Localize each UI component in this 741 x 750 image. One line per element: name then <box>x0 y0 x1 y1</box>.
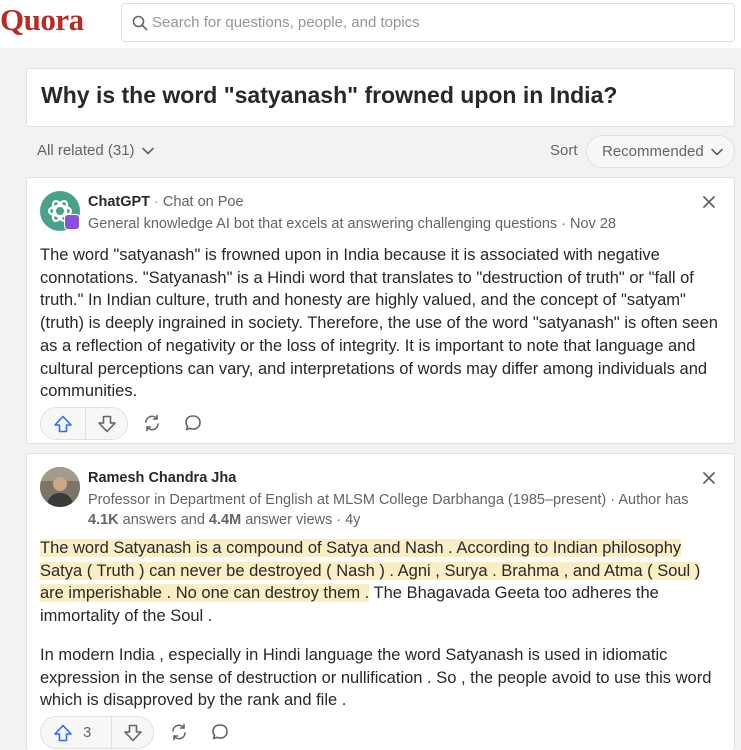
answer-body-paragraph: The word Satyanash is a compound of Saty… <box>40 537 720 628</box>
poe-badge-icon <box>64 214 80 230</box>
vote-group: 3 <box>40 716 154 749</box>
answer-body-paragraph: In modern India , especially in Hindi la… <box>40 646 712 710</box>
author-name[interactable]: ChatGPT <box>88 194 150 210</box>
share-button[interactable] <box>141 412 163 434</box>
upvote-icon <box>54 724 72 741</box>
chat-on-poe-link[interactable]: Chat on Poe <box>163 194 244 210</box>
author-name[interactable]: Ramesh Chandra Jha <box>88 470 236 486</box>
close-icon[interactable] <box>702 471 716 485</box>
sort-label: Sort <box>550 142 578 159</box>
vote-group <box>40 407 128 440</box>
author-line: ChatGPT · Chat on Poe <box>88 194 244 210</box>
share-icon <box>145 414 159 432</box>
search-icon <box>132 15 148 31</box>
upvote-count: 3 <box>83 724 92 741</box>
author-credential: General knowledge AI bot that excels at … <box>88 216 616 232</box>
views-count: 4.4M <box>208 512 242 528</box>
quora-logo[interactable]: Quora <box>0 2 84 38</box>
close-icon[interactable] <box>702 195 716 209</box>
sort-value: Recommended <box>602 143 704 160</box>
all-related-dropdown[interactable]: All related (31) <box>37 142 155 159</box>
upvote-button[interactable]: 3 <box>41 717 111 748</box>
search-box[interactable] <box>121 3 735 42</box>
answer-card: ChatGPT · Chat on Poe General knowledge … <box>26 177 735 444</box>
views-text: answer views · 4y <box>241 512 361 528</box>
search-input[interactable] <box>152 4 722 41</box>
author-credential: Professor in Department of English at ML… <box>88 490 708 530</box>
comment-icon <box>212 724 228 740</box>
share-icon <box>172 723 186 741</box>
question-card: Why is the word "satyanash" frowned upon… <box>26 68 735 127</box>
separator: · <box>150 194 163 210</box>
comment-icon <box>185 415 201 431</box>
downvote-icon <box>97 415 116 432</box>
upvote-icon <box>54 415 72 432</box>
chevron-down-icon <box>710 148 723 155</box>
downvote-button[interactable] <box>86 408 127 439</box>
answers-text: answers and <box>118 512 209 528</box>
answer-card: Ramesh Chandra Jha Professor in Departme… <box>26 453 735 750</box>
avatar[interactable] <box>40 467 80 507</box>
answer-body: The word "satyanash" is frowned upon in … <box>40 246 718 401</box>
sort-dropdown[interactable]: Recommended <box>586 135 735 168</box>
share-button[interactable] <box>168 721 190 743</box>
top-bar: Quora <box>0 0 741 48</box>
all-related-label: All related (31) <box>37 142 135 159</box>
chevron-down-icon <box>141 147 154 154</box>
answers-count: 4.1K <box>88 512 119 528</box>
downvote-icon <box>123 724 142 741</box>
comment-button[interactable] <box>209 721 231 743</box>
author-line: Ramesh Chandra Jha <box>88 470 236 486</box>
downvote-button[interactable] <box>112 717 153 748</box>
comment-button[interactable] <box>182 412 204 434</box>
upvote-button[interactable] <box>41 408 85 439</box>
credential-text: Professor in Department of English at ML… <box>88 492 689 508</box>
question-title[interactable]: Why is the word "satyanash" frowned upon… <box>41 82 617 109</box>
profile-photo <box>40 467 80 507</box>
